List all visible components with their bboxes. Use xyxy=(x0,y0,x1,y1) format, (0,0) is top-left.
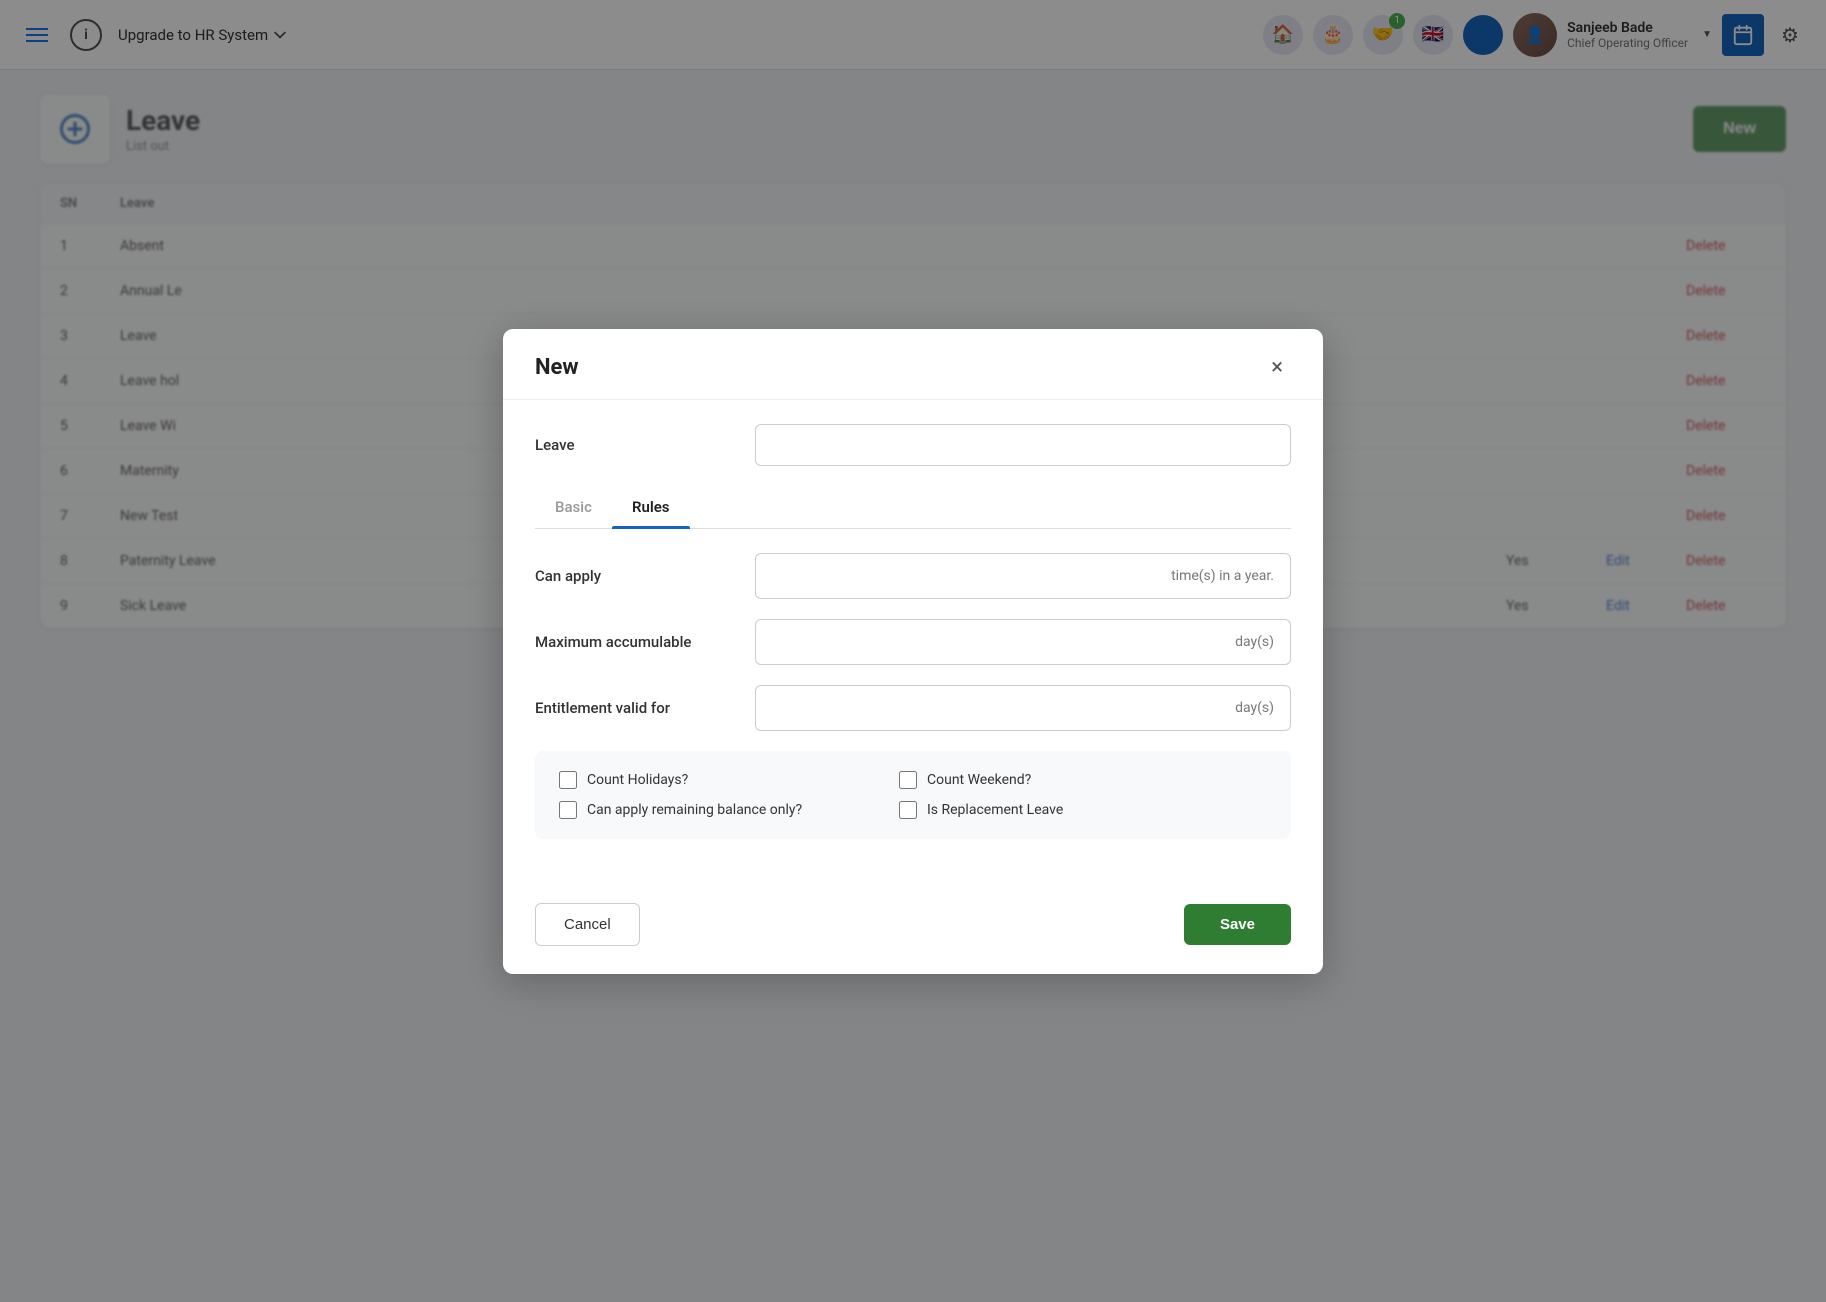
max-accumulable-label: Maximum accumulable xyxy=(535,633,735,651)
save-button[interactable]: Save xyxy=(1184,904,1291,945)
modal-body: Leave Basic Rules Can apply time(s) in a… xyxy=(503,400,1323,887)
max-accumulable-group: Maximum accumulable day(s) xyxy=(535,619,1291,665)
modal-footer: Cancel Save xyxy=(503,887,1323,974)
replacement-leave-label[interactable]: Is Replacement Leave xyxy=(927,802,1063,818)
entitlement-input[interactable] xyxy=(772,700,1235,716)
leave-input[interactable] xyxy=(755,424,1291,466)
tab-rules[interactable]: Rules xyxy=(612,486,690,528)
entitlement-input-wrapper: day(s) xyxy=(755,685,1291,731)
entitlement-label: Entitlement valid for xyxy=(535,699,735,717)
checkbox-group: Count Holidays? Count Weekend? Can apply… xyxy=(535,751,1291,839)
checkbox-row-1: Count Holidays? Count Weekend? xyxy=(559,771,1267,789)
entitlement-group: Entitlement valid for day(s) xyxy=(535,685,1291,731)
new-leave-modal: New × Leave Basic Rules Can apply xyxy=(503,329,1323,974)
can-apply-input[interactable] xyxy=(772,568,1171,584)
checkbox-count-holidays: Count Holidays? xyxy=(559,771,899,789)
checkbox-count-weekend: Count Weekend? xyxy=(899,771,1239,789)
cancel-button[interactable]: Cancel xyxy=(535,903,640,946)
checkbox-row-2: Can apply remaining balance only? Is Rep… xyxy=(559,801,1267,819)
count-holidays-checkbox[interactable] xyxy=(559,771,577,789)
can-apply-suffix: time(s) in a year. xyxy=(1171,568,1274,584)
checkbox-apply-remaining: Can apply remaining balance only? xyxy=(559,801,899,819)
replacement-leave-checkbox[interactable] xyxy=(899,801,917,819)
modal-tabs: Basic Rules xyxy=(535,486,1291,529)
tab-basic[interactable]: Basic xyxy=(535,486,612,528)
count-weekend-label[interactable]: Count Weekend? xyxy=(927,772,1031,788)
can-apply-group: Can apply time(s) in a year. xyxy=(535,553,1291,599)
leave-field-group: Leave xyxy=(535,424,1291,466)
can-apply-input-wrapper: time(s) in a year. xyxy=(755,553,1291,599)
max-accumulable-input-wrapper: day(s) xyxy=(755,619,1291,665)
max-accumulable-suffix: day(s) xyxy=(1235,634,1274,650)
apply-remaining-label[interactable]: Can apply remaining balance only? xyxy=(587,802,802,818)
apply-remaining-checkbox[interactable] xyxy=(559,801,577,819)
entitlement-suffix: day(s) xyxy=(1235,700,1274,716)
count-holidays-label[interactable]: Count Holidays? xyxy=(587,772,688,788)
can-apply-label: Can apply xyxy=(535,567,735,585)
modal-close-button[interactable]: × xyxy=(1263,353,1291,383)
modal-header: New × xyxy=(503,329,1323,400)
checkbox-replacement-leave: Is Replacement Leave xyxy=(899,801,1239,819)
modal-title: New xyxy=(535,355,579,380)
count-weekend-checkbox[interactable] xyxy=(899,771,917,789)
max-accumulable-input[interactable] xyxy=(772,634,1235,650)
modal-overlay[interactable]: New × Leave Basic Rules Can apply xyxy=(0,0,1826,1302)
leave-label: Leave xyxy=(535,436,735,454)
